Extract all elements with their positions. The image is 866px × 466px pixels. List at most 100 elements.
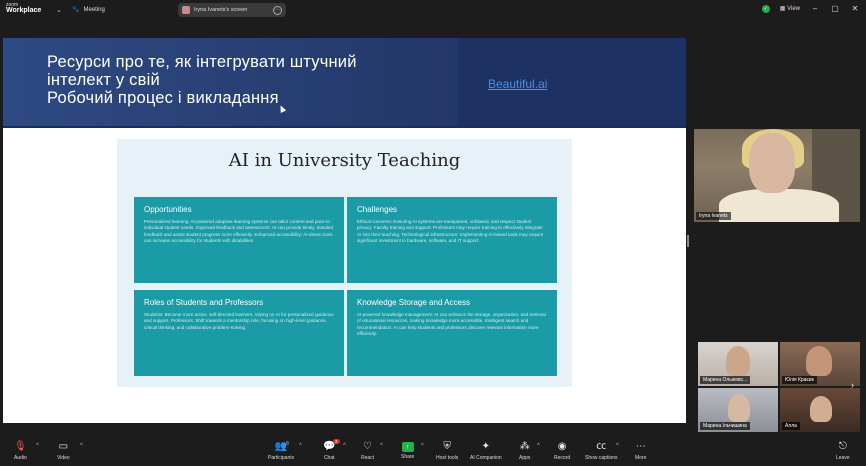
- maximize-icon[interactable]: ▢: [830, 4, 840, 13]
- card-heading: Opportunities: [144, 205, 192, 214]
- microphone-icon: 🎙: [14, 441, 27, 452]
- video-button[interactable]: ▭ Video: [57, 441, 70, 461]
- card-body: Personalized learning: AI-powered adapti…: [144, 219, 333, 244]
- more-label: More: [635, 455, 647, 461]
- zoom-meeting-window: zoom Workplace ⌄ 🐾 Meeting Iryna Ivanets…: [0, 0, 866, 466]
- chat-badge: 2: [333, 439, 340, 444]
- participant-tile[interactable]: Марина Ольжевс...: [698, 342, 778, 386]
- window-controls: ✓ ▦ View – ▢ ✕: [761, 4, 860, 13]
- ai-companion-button[interactable]: ✦ AI Companion: [470, 441, 502, 461]
- brand-line2: Workplace: [6, 7, 42, 14]
- speaker-video[interactable]: Iryna Ivanets: [694, 129, 860, 222]
- record-icon: ◉: [557, 441, 567, 452]
- participants-label: Participants: [268, 455, 295, 461]
- person-face: [728, 394, 750, 422]
- chevron-up-icon[interactable]: ^: [299, 443, 302, 449]
- chevron-up-icon[interactable]: ^: [616, 443, 619, 449]
- video-label: Video: [57, 455, 70, 461]
- speaker-name-tag: Iryna Ivanets: [696, 212, 731, 220]
- chevron-up-icon[interactable]: ^: [537, 443, 540, 449]
- participants-count: 8: [286, 441, 289, 447]
- person-face: [749, 133, 795, 193]
- record-button[interactable]: ◉ Record: [554, 441, 570, 461]
- chevron-up-icon[interactable]: ^: [80, 443, 83, 449]
- meeting-toolbar: 🎙 Audio ^ ▭ Video ^ 👥 Participants 8 ^ 💬…: [0, 437, 866, 466]
- avatar: [182, 6, 190, 14]
- participant-tile[interactable]: Алла: [780, 388, 860, 432]
- heart-icon: ♡: [363, 441, 373, 452]
- sparkle-icon: ✦: [481, 441, 491, 452]
- apps-button[interactable]: ⁂ Apps: [519, 441, 530, 461]
- share-screen-icon: ↑: [401, 442, 414, 452]
- person-face: [806, 346, 832, 376]
- record-label: Record: [554, 455, 571, 461]
- title-bar: zoom Workplace ⌄ 🐾 Meeting Iryna Ivanets…: [0, 0, 866, 20]
- close-icon[interactable]: ✕: [850, 4, 860, 13]
- participant-name: Алла: [782, 422, 800, 430]
- share-label: Iryna Ivanets's screen: [194, 7, 248, 13]
- leave-label: Leave: [836, 455, 850, 461]
- infographic-title: AI in University Teaching: [228, 150, 461, 171]
- chevron-up-icon[interactable]: ^: [380, 443, 383, 449]
- leave-button[interactable]: ⎋ Leave: [836, 441, 850, 461]
- participant-name: Марина Ольжевс...: [700, 376, 751, 384]
- chevron-up-icon[interactable]: ^: [343, 443, 346, 449]
- person-face: [810, 396, 832, 422]
- chevron-down-icon[interactable]: ⌄: [56, 6, 62, 14]
- host-tools-label: Host tools: [436, 455, 459, 461]
- slide-title-line2: інтелект у свій: [47, 71, 160, 89]
- captions-button[interactable]: ㏄ Show captions: [585, 441, 618, 461]
- paw-icon: 🐾: [72, 7, 80, 13]
- audio-button[interactable]: 🎙 Audio: [14, 441, 27, 461]
- divider: [3, 126, 686, 128]
- participant-grid: Марина Ольжевс... Юлія Краєвк Марина Іль…: [698, 342, 860, 432]
- screen-share-indicator[interactable]: Iryna Ivanets's screen ⋯: [178, 3, 286, 17]
- share-label: Share: [401, 454, 415, 460]
- audio-label: Audio: [14, 455, 27, 461]
- view-menu[interactable]: ▦ View: [780, 5, 800, 12]
- person-shoulders: [719, 189, 839, 222]
- minimize-icon[interactable]: –: [810, 4, 820, 13]
- view-label: View: [787, 6, 800, 12]
- card-body: Students: Become more active, self-direc…: [144, 312, 334, 330]
- leave-icon: ⎋: [838, 441, 847, 452]
- chevron-right-icon[interactable]: ›: [851, 380, 854, 390]
- more-button[interactable]: ⋯ More: [635, 441, 646, 461]
- meeting-menu[interactable]: 🐾 Meeting: [72, 6, 105, 14]
- react-button[interactable]: ♡ React: [361, 441, 374, 461]
- person-face: [726, 346, 750, 376]
- card-opportunities: Opportunities Personalized learning: AI-…: [134, 197, 344, 283]
- card-heading: Challenges: [357, 205, 398, 214]
- participants-button[interactable]: 👥 Participants: [268, 441, 294, 461]
- slide-title-line1: Ресурси про те, як інтегрувати штучний: [47, 53, 357, 71]
- shield-icon[interactable]: ✓: [761, 4, 770, 13]
- participant-tile[interactable]: Марина Ільчишина: [698, 388, 778, 432]
- zoom-logo: zoom Workplace: [6, 2, 41, 14]
- grid-icon: ▦: [779, 6, 786, 12]
- share-button[interactable]: ↑ Share: [401, 441, 414, 460]
- shield-icon: ⛨: [443, 441, 451, 452]
- react-label: React: [361, 455, 375, 461]
- beautiful-ai-link[interactable]: Beautiful.ai: [488, 77, 547, 91]
- options-icon[interactable]: ⋯: [273, 5, 282, 15]
- card-knowledge: Knowledge Storage and Access AI-powered …: [347, 290, 557, 376]
- meeting-label: Meeting: [83, 6, 105, 13]
- apps-icon: ⁂: [519, 441, 530, 452]
- chat-button[interactable]: 💬 2 Chat: [323, 439, 340, 461]
- slide-title-line3: Робочий процес і викладання: [47, 89, 279, 107]
- chevron-up-icon[interactable]: ^: [421, 443, 424, 449]
- host-tools-button[interactable]: ⛨ Host tools: [436, 441, 458, 461]
- shared-screen[interactable]: Ресурси про те, як інтегрувати штучний і…: [3, 38, 686, 423]
- captions-icon: ㏄: [596, 441, 607, 452]
- participant-name: Марина Ільчишина: [700, 422, 750, 430]
- chat-label: Chat: [323, 455, 335, 461]
- splitter-handle[interactable]: [687, 235, 689, 247]
- captions-label: Show captions: [585, 455, 618, 461]
- chevron-up-icon[interactable]: ^: [36, 443, 39, 449]
- more-icon: ⋯: [635, 441, 646, 452]
- slide-title: Ресурси про те, як інтегрувати штучний і…: [47, 53, 427, 107]
- participant-tile[interactable]: Юлія Краєвк: [780, 342, 860, 386]
- card-heading: Roles of Students and Professors: [144, 298, 264, 307]
- ai-companion-label: AI Companion: [470, 455, 502, 461]
- card-roles: Roles of Students and Professors Student…: [134, 290, 344, 376]
